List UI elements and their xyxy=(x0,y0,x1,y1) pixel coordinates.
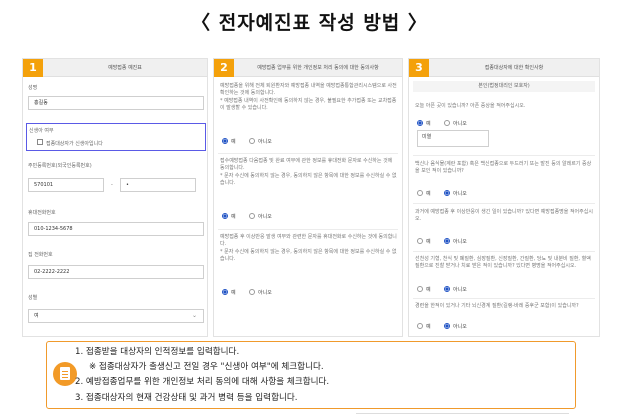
divider xyxy=(413,203,595,204)
health-check-panel: 3 접종대상자에 대한 확인사항 본인(법정대리인 보호자) 오늘 아픈 곳이 … xyxy=(408,58,600,337)
health-3-no-radio[interactable] xyxy=(444,238,450,244)
consent-3-yes-radio[interactable] xyxy=(222,289,228,295)
consent-2-no-radio[interactable] xyxy=(249,213,255,219)
home-phone-input[interactable]: 02-2222-2222 xyxy=(28,265,204,279)
health-5-yes-radio[interactable] xyxy=(417,323,423,329)
health-2-yes-label: 예 xyxy=(426,191,431,197)
health-4-yes-label: 예 xyxy=(426,287,431,293)
consent-1-yes-radio[interactable] xyxy=(222,138,228,144)
privacy-consent-panel: 2 예방접종 업무를 위한 개인정보 처리 동의에 대한 동의사항 예방접종을 … xyxy=(213,58,403,337)
health-question-2: 백신나 음식물(계란 포함) 혹은 백신접종으로 두드러기 또는 발진 등의 알… xyxy=(415,161,592,174)
divider xyxy=(413,155,595,156)
symptom-textarea[interactable]: 미열 xyxy=(417,130,489,147)
chevron-down-icon: ⌄ xyxy=(191,312,197,319)
rrn-front-input[interactable]: 570101 xyxy=(28,178,104,192)
page-title: 〈 전자예진표 작성 방법 〉 xyxy=(191,12,428,34)
health-3-yes-label: 예 xyxy=(426,239,431,245)
consent-3-yes-label: 예 xyxy=(231,290,236,296)
health-question-5: 경련을 한적이 있거나 기타 뇌신경계 질환(길랭-바레 증후군 포함)이 있습… xyxy=(415,303,579,309)
gender-label: 성별 xyxy=(28,295,38,301)
consent-question-2-note: * 문자 수신에 동의하지 않는 경우, 동의하지 않은 항목에 대한 정보를 … xyxy=(220,173,397,186)
health-2-no-radio[interactable] xyxy=(444,190,450,196)
health-question-3: 과거에 예방접종 후 이상반응이 생긴 일이 있습니까? 있다면 예방접종명을 … xyxy=(415,209,593,222)
respondent-subheader: 본인(법정대리인 보호자) xyxy=(413,81,595,92)
health-3-yes-radio[interactable] xyxy=(417,238,423,244)
health-5-no-radio[interactable] xyxy=(444,323,450,329)
health-1-no-label: 아니오 xyxy=(453,121,467,127)
divider xyxy=(413,298,595,299)
consent-2-yes-label: 예 xyxy=(231,214,236,220)
consent-3-no-radio[interactable] xyxy=(249,289,255,295)
health-2-no-label: 아니오 xyxy=(453,191,467,197)
health-1-no-radio[interactable] xyxy=(444,120,450,126)
divider xyxy=(413,251,595,252)
instruction-box: 1. 접종받을 대상자의 인적정보를 입력합니다. ※ 접종대상자가 출생신고 … xyxy=(46,341,576,409)
consent-question-2-text: 접수예방접종 다음접종 및 완료 여부에 관한 정보를 휴대전화 문자로 수신하… xyxy=(220,158,393,171)
consent-question-3-text: 예방접종 후 이상반응 발생 여부와 관련한 문자를 휴대전화로 수신하는 것에… xyxy=(220,234,397,247)
consent-1-yes-label: 예 xyxy=(231,139,236,145)
consent-question-3: 예방접종 후 이상반응 발생 여부와 관련한 문자를 휴대전화로 수신하는 것에… xyxy=(220,234,398,263)
step-number-badge: 1 xyxy=(23,59,43,77)
health-5-no-label: 아니오 xyxy=(453,324,467,330)
consent-question-2: 접수예방접종 다음접종 및 완료 여부에 관한 정보를 휴대전화 문자로 수신하… xyxy=(220,158,398,187)
name-label: 성명 xyxy=(28,85,38,91)
gender-select[interactable]: 여 ⌄ xyxy=(28,309,204,323)
newborn-checkbox-label: 접종대상자가 신생아입니다 xyxy=(46,141,103,147)
health-2-yes-radio[interactable] xyxy=(417,190,423,196)
health-1-yes-radio[interactable] xyxy=(417,120,423,126)
panel-header: 1 예방접종 예진표 xyxy=(23,59,207,77)
health-question-4: 선천성 기형, 천식 및 폐질환, 심장질환, 신장질환, 간질환, 당뇨 및 … xyxy=(415,256,591,269)
mobile-label: 휴대전화번호 xyxy=(28,210,56,216)
consent-1-no-radio[interactable] xyxy=(249,138,255,144)
health-4-no-label: 아니오 xyxy=(453,287,467,293)
personal-info-panel: 1 예방접종 예진표 성명 홍길동 신생아 여부 접종대상자가 신생아입니다 주… xyxy=(22,58,208,337)
instruction-line-3: 2. 예방접종업무를 위한 개인정보 처리 동의에 대해 사항을 체크합니다. xyxy=(75,377,330,387)
rrn-back-input[interactable]: • xyxy=(120,178,196,192)
newborn-checkbox[interactable] xyxy=(37,139,43,145)
consent-question-1: 예방접종을 위해 전체 퇴원환자와 예방접종 내역을 예방접종통합관리시스템으로… xyxy=(220,83,398,112)
newborn-section: 신생아 여부 접종대상자가 신생아입니다 xyxy=(26,123,206,151)
step-number-badge: 2 xyxy=(214,59,234,77)
health-3-no-label: 아니오 xyxy=(453,239,467,245)
panel-title: 예방접종 예진표 xyxy=(108,65,142,71)
home-phone-label: 집 전화번호 xyxy=(28,252,53,258)
step-number-badge: 3 xyxy=(409,59,429,77)
divider xyxy=(356,413,569,414)
health-4-yes-radio[interactable] xyxy=(417,286,423,292)
gender-selected-value: 여 xyxy=(34,313,39,319)
newborn-label: 신생아 여부 xyxy=(29,128,54,134)
panel-title: 예방접종 업무를 위한 개인정보 처리 동의에 대한 동의사항 xyxy=(257,65,379,71)
name-input[interactable]: 홍길동 xyxy=(28,96,204,110)
consent-question-1-text: 예방접종을 위해 전체 퇴원환자와 예방접종 내역을 예방접종통합관리시스템으로… xyxy=(220,83,397,96)
panel-header: 2 예방접종 업무를 위한 개인정보 처리 동의에 대한 동의사항 xyxy=(214,59,402,77)
mobile-input[interactable]: 010-1234-5678 xyxy=(28,222,204,236)
consent-3-no-label: 아니오 xyxy=(258,290,272,296)
health-5-yes-label: 예 xyxy=(426,324,431,330)
panel-header: 3 접종대상자에 대한 확인사항 xyxy=(409,59,599,77)
divider xyxy=(218,153,398,154)
health-question-1: 오늘 아픈 곳이 있습니까? 아픈 증상을 적어주십시오. xyxy=(415,103,526,109)
health-1-yes-label: 예 xyxy=(426,121,431,127)
health-4-no-radio[interactable] xyxy=(444,286,450,292)
consent-question-1-note: * 예방접종 내역이 사전확인에 동의하지 않는 경우, 불필요한 추가접종 또… xyxy=(220,98,397,111)
panel-title: 접종대상자에 대한 확인사항 xyxy=(484,65,544,71)
consent-2-no-label: 아니오 xyxy=(258,214,272,220)
memo-icon xyxy=(53,362,77,386)
instruction-line-4: 3. 접종대상자의 현재 건강상태 및 과거 병력 등을 입력합니다. xyxy=(75,393,298,403)
consent-2-yes-radio[interactable] xyxy=(222,213,228,219)
instruction-line-2: ※ 접종대상자가 출생신고 전일 경우 "신생아 여부"에 체크합니다. xyxy=(89,362,324,372)
rrn-dash: - xyxy=(111,182,113,188)
rrn-label: 주민등록번호(외국인등록번호) xyxy=(28,163,92,169)
instruction-line-1: 1. 접종받을 대상자의 인적정보를 입력합니다. xyxy=(75,347,240,357)
divider xyxy=(218,229,398,230)
consent-question-3-note: * 문자 수신에 동의하지 않는 경우, 동의하지 않은 항목에 대한 정보를 … xyxy=(220,249,397,262)
consent-1-no-label: 아니오 xyxy=(258,139,272,145)
